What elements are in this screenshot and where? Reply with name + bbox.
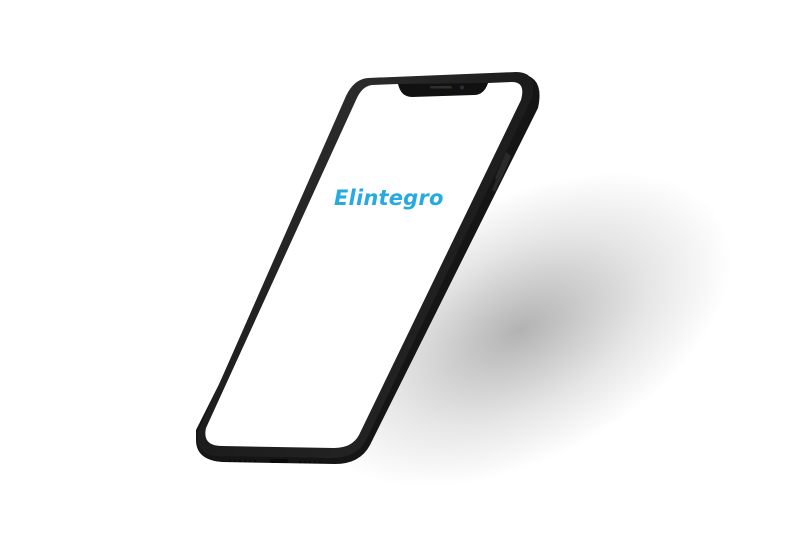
charging-port	[270, 459, 288, 463]
notch	[398, 83, 488, 97]
mockup-stage: Elintegro	[0, 0, 800, 554]
brand-logo-text: Elintegro	[334, 186, 444, 210]
front-camera-icon	[460, 85, 464, 90]
speaker-grille	[430, 86, 452, 89]
phone-mockup	[196, 72, 733, 488]
